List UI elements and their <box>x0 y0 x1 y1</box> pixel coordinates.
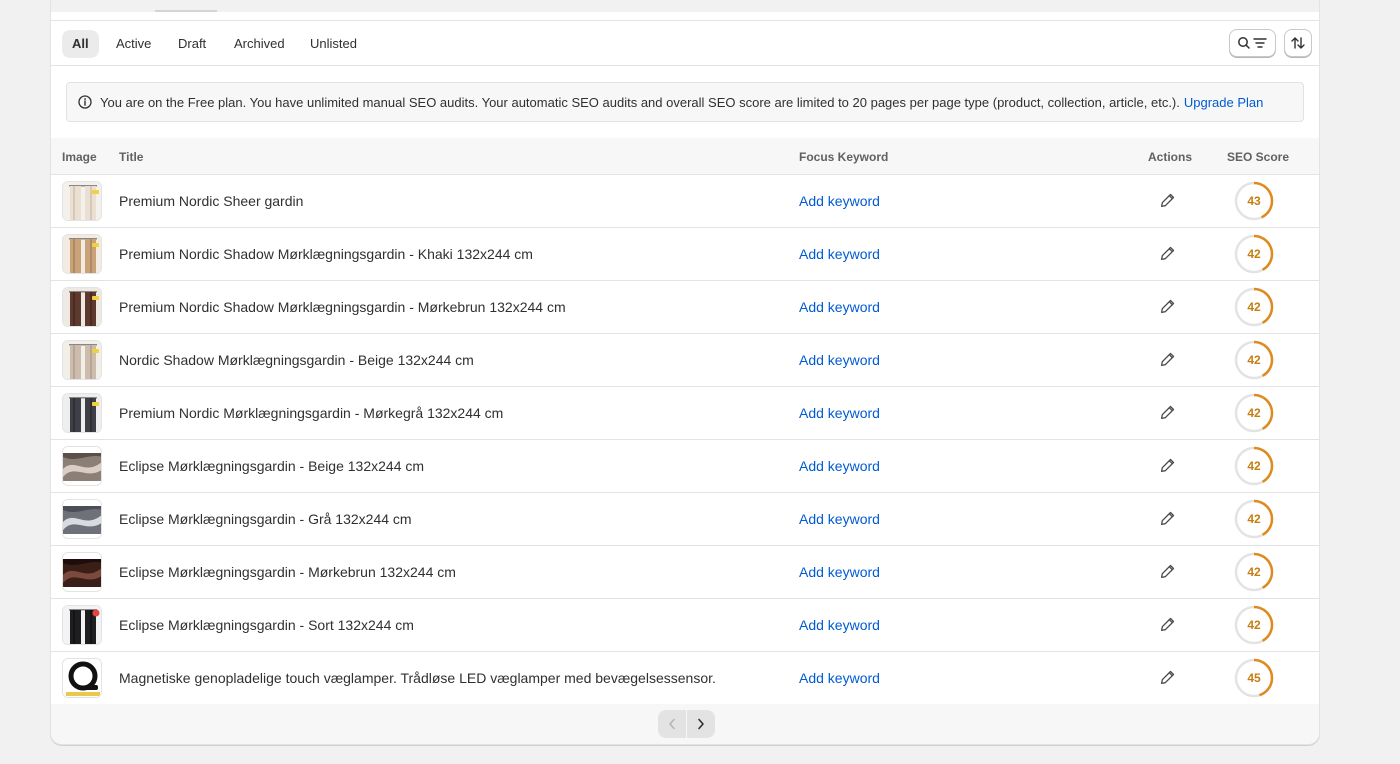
chevron-right-icon <box>698 718 704 730</box>
edit-pencil-icon[interactable] <box>1159 615 1177 633</box>
product-title: Premium Nordic Shadow Mørklægningsgardin… <box>119 299 566 315</box>
product-title: Eclipse Mørklægningsgardin - Beige 132x2… <box>119 458 425 474</box>
edit-pencil-icon[interactable] <box>1159 668 1177 686</box>
product-title: Eclipse Mørklægningsgardin - Grå 132x244… <box>119 511 412 527</box>
edit-pencil-icon[interactable] <box>1159 456 1177 474</box>
previous-page-button[interactable] <box>658 710 686 738</box>
product-thumbnail <box>62 605 102 645</box>
table-row[interactable]: Magnetiske genopladelige touch væglamper… <box>51 652 1319 705</box>
add-keyword-link[interactable]: Add keyword <box>799 458 880 474</box>
edit-pencil-icon[interactable] <box>1159 297 1177 315</box>
product-title: Eclipse Mørklægningsgardin - Mørkebrun 1… <box>119 564 456 580</box>
add-keyword-link[interactable]: Add keyword <box>799 193 880 209</box>
search-filter-button[interactable] <box>1229 29 1276 57</box>
status-tab-bar: All Active Draft Archived Unlisted <box>51 20 1319 66</box>
product-title: Nordic Shadow Mørklægningsgardin - Beige… <box>119 352 474 368</box>
product-title: Premium Nordic Sheer gardin <box>119 193 304 209</box>
product-title: Premium Nordic Shadow Mørklægningsgardin… <box>119 246 533 262</box>
edit-pencil-icon[interactable] <box>1159 244 1177 262</box>
plan-banner-text: You are on the Free plan. You have unlim… <box>100 94 1180 110</box>
product-thumbnail <box>62 552 102 592</box>
table-row[interactable]: Premium Nordic Mørklægningsgardin - Mørk… <box>51 387 1319 440</box>
seo-score-ring: 42 <box>1234 393 1274 433</box>
add-keyword-link[interactable]: Add keyword <box>799 564 880 580</box>
add-keyword-link[interactable]: Add keyword <box>799 670 880 686</box>
edit-pencil-icon[interactable] <box>1159 191 1177 209</box>
seo-score-value: 42 <box>1247 406 1261 420</box>
upgrade-plan-link[interactable]: Upgrade Plan <box>1184 95 1264 110</box>
product-thumbnail <box>62 446 102 486</box>
table-row[interactable]: Nordic Shadow Mørklægningsgardin - Beige… <box>51 334 1319 387</box>
seo-score-ring: 42 <box>1234 287 1274 327</box>
seo-score-value: 43 <box>1247 194 1261 208</box>
product-thumbnail <box>62 181 102 221</box>
info-icon <box>78 95 92 109</box>
seo-score-value: 42 <box>1247 459 1261 473</box>
next-page-button[interactable] <box>687 710 715 738</box>
pagination <box>51 704 1319 744</box>
seo-score-ring: 42 <box>1234 552 1274 592</box>
product-thumbnail <box>62 658 102 698</box>
sort-button[interactable] <box>1284 29 1312 57</box>
product-title: Magnetiske genopladelige touch væglamper… <box>119 670 716 686</box>
seo-score-value: 42 <box>1247 512 1261 526</box>
add-keyword-link[interactable]: Add keyword <box>799 352 880 368</box>
product-thumbnail <box>62 393 102 433</box>
seo-score-ring: 42 <box>1234 605 1274 645</box>
column-header-actions: Actions <box>1148 150 1193 164</box>
edit-pencil-icon[interactable] <box>1159 509 1177 527</box>
tab-active[interactable]: Active <box>106 30 161 58</box>
seo-score-ring: 42 <box>1234 446 1274 486</box>
product-thumbnail <box>62 287 102 327</box>
product-thumbnail <box>62 499 102 539</box>
search-filter-icon <box>1237 37 1267 49</box>
add-keyword-link[interactable]: Add keyword <box>799 617 880 633</box>
seo-score-value: 42 <box>1247 247 1261 261</box>
sort-icon <box>1291 37 1305 49</box>
top-strip <box>50 0 1320 12</box>
table-row[interactable]: Premium Nordic Sheer gardin Add keyword 43 <box>51 175 1319 228</box>
product-thumbnail <box>62 234 102 274</box>
table-row[interactable]: Eclipse Mørklægningsgardin - Grå 132x244… <box>51 493 1319 546</box>
tab-all[interactable]: All <box>62 30 99 58</box>
seo-score-ring: 45 <box>1234 658 1274 698</box>
tab-unlisted[interactable]: Unlisted <box>300 30 367 58</box>
seo-score-value: 42 <box>1247 353 1261 367</box>
products-card: All Active Draft Archived Unlisted You a… <box>50 12 1320 745</box>
column-header-seo-score: SEO Score <box>1227 150 1290 164</box>
column-header-title: Title <box>119 150 144 164</box>
seo-score-ring: 42 <box>1234 234 1274 274</box>
table-header: Image Title Focus Keyword Actions SEO Sc… <box>51 138 1319 175</box>
seo-score-value: 45 <box>1247 671 1261 685</box>
add-keyword-link[interactable]: Add keyword <box>799 299 880 315</box>
seo-score-value: 42 <box>1247 565 1261 579</box>
edit-pencil-icon[interactable] <box>1159 350 1177 368</box>
tab-draft[interactable]: Draft <box>168 30 216 58</box>
add-keyword-link[interactable]: Add keyword <box>799 405 880 421</box>
table-row[interactable]: Eclipse Mørklægningsgardin - Beige 132x2… <box>51 440 1319 493</box>
column-header-image: Image <box>62 150 97 164</box>
table-row[interactable]: Eclipse Mørklægningsgardin - Sort 132x24… <box>51 599 1319 652</box>
plan-banner: You are on the Free plan. You have unlim… <box>66 82 1304 122</box>
edit-pencil-icon[interactable] <box>1159 562 1177 580</box>
seo-score-ring: 43 <box>1234 181 1274 221</box>
add-keyword-link[interactable]: Add keyword <box>799 511 880 527</box>
seo-score-ring: 42 <box>1234 499 1274 539</box>
table-row[interactable]: Premium Nordic Shadow Mørklægningsgardin… <box>51 228 1319 281</box>
seo-score-ring: 42 <box>1234 340 1274 380</box>
seo-score-value: 42 <box>1247 618 1261 632</box>
product-title: Premium Nordic Mørklægningsgardin - Mørk… <box>119 405 504 421</box>
table-row[interactable]: Premium Nordic Shadow Mørklægningsgardin… <box>51 281 1319 334</box>
seo-score-value: 42 <box>1247 300 1261 314</box>
tab-archived[interactable]: Archived <box>224 30 295 58</box>
chevron-left-icon <box>669 718 675 730</box>
column-header-focus-keyword: Focus Keyword <box>799 150 889 164</box>
product-thumbnail <box>62 340 102 380</box>
edit-pencil-icon[interactable] <box>1159 403 1177 421</box>
product-title: Eclipse Mørklægningsgardin - Sort 132x24… <box>119 617 414 633</box>
table-row[interactable]: Eclipse Mørklægningsgardin - Mørkebrun 1… <box>51 546 1319 599</box>
add-keyword-link[interactable]: Add keyword <box>799 246 880 262</box>
